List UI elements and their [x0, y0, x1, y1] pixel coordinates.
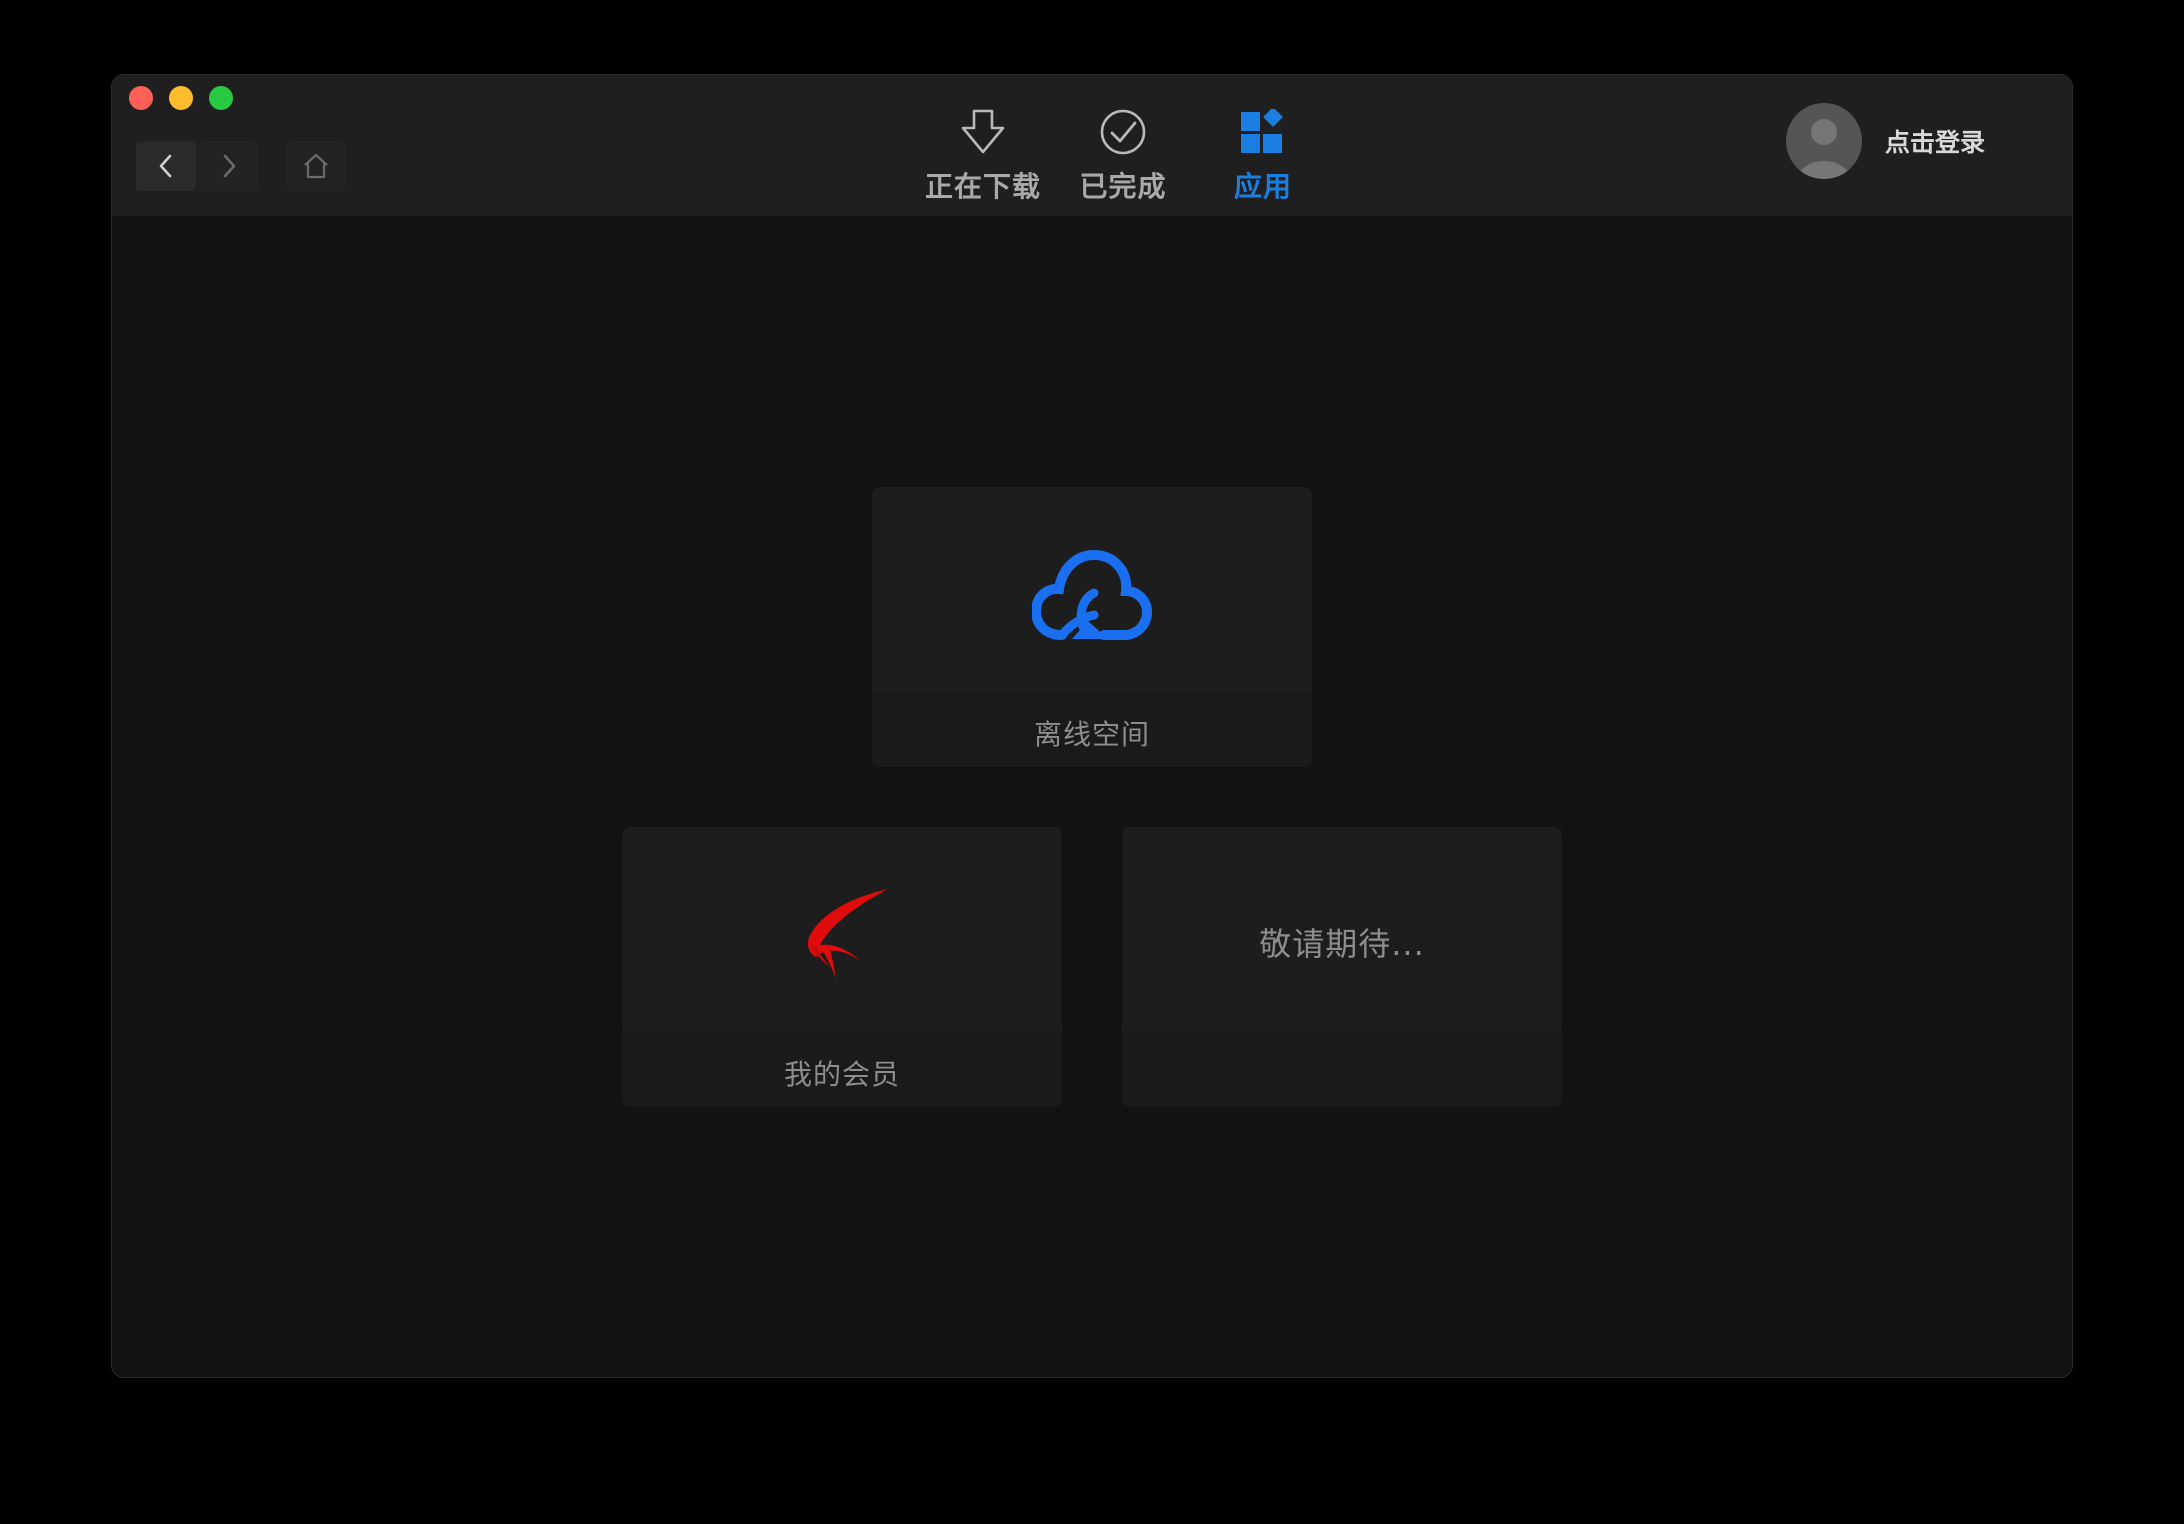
minimize-window-button[interactable] — [169, 86, 193, 110]
coming-soon-text: 敬请期待... — [1259, 925, 1425, 963]
user-avatar-icon — [1798, 119, 1850, 179]
back-button[interactable] — [136, 141, 196, 191]
tab-label: 应用 — [1233, 170, 1292, 203]
chevron-left-icon — [159, 154, 172, 178]
home-button[interactable] — [286, 141, 346, 191]
title-bar: 正在下载 已完成 应用 点击登录 — [112, 75, 2072, 216]
tab-downloading[interactable]: 正在下载 — [918, 105, 1048, 209]
avatar[interactable] — [1786, 103, 1862, 179]
tab-completed[interactable]: 已完成 — [1058, 105, 1188, 209]
login-link[interactable]: 点击登录 — [1885, 123, 1985, 159]
maximize-window-button[interactable] — [209, 86, 233, 110]
close-window-button[interactable] — [129, 86, 153, 110]
app-card-coming-soon: 敬请期待... — [1122, 827, 1562, 1107]
cloud-icon — [1032, 549, 1152, 640]
tab-apps[interactable]: 应用 — [1198, 105, 1328, 209]
apps-grid-icon — [1241, 109, 1283, 153]
app-card-label: 离线空间 — [1033, 718, 1150, 751]
tab-label: 正在下载 — [924, 170, 1041, 203]
chevron-right-icon — [223, 154, 236, 178]
tab-label: 已完成 — [1079, 170, 1167, 203]
forward-button[interactable] — [199, 141, 259, 191]
check-circle-icon — [1100, 109, 1146, 155]
download-arrow-icon — [961, 109, 1005, 154]
app-card-my-membership[interactable]: 我的会员 — [622, 827, 1062, 1107]
app-card-label: 我的会员 — [783, 1058, 900, 1091]
bird-logo-icon — [808, 889, 888, 979]
app-card-offline-space[interactable]: 离线空间 — [872, 487, 1312, 767]
app-window: 正在下载 已完成 应用 点击登录 离线空间 我的会员 敬请期待... — [112, 75, 2072, 1377]
home-icon — [304, 153, 328, 179]
